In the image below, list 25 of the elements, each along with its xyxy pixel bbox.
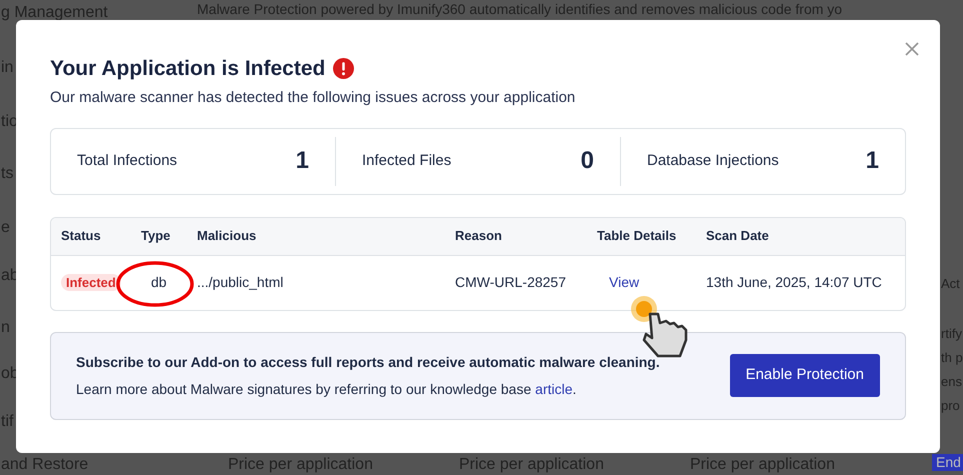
stat-value: 1 [866, 146, 879, 176]
stat-label: Total Infections [77, 150, 178, 171]
stat-value: 0 [580, 146, 594, 176]
table-cell: db [151, 274, 167, 290]
table-cell: 13th June, 2025, 14:07 UTC [706, 274, 882, 290]
alert-icon [333, 58, 354, 80]
column-header: Status [60, 227, 102, 246]
column-header: Scan Date [706, 227, 770, 246]
status-badge: Infected [61, 274, 121, 292]
promo-note: Learn more about Malware signatures by referring to our knowledge base article. [76, 380, 578, 399]
dialog-subtitle: Our malware scanner has detected the following issues across your application [50, 88, 576, 108]
table-cell: .../public_html [197, 274, 284, 290]
enable-protection-button[interactable]: Enable Protection [730, 354, 880, 397]
article-link[interactable]: article [535, 380, 573, 397]
promo-text: Subscribe to our Add-on to access full reports and receive automatic malware cleaning. [76, 352, 660, 372]
dialog-title: Your Application is Infected [50, 56, 326, 82]
column-header: Reason [455, 227, 503, 246]
column-header: Table Details [597, 227, 678, 246]
view-link[interactable]: View [597, 274, 640, 290]
stat-value: 1 [296, 146, 309, 176]
stat-label: Infected Files [362, 150, 452, 171]
stat-label: Database Injections [647, 150, 779, 171]
column-header: Malicious [197, 227, 258, 246]
table-cell: CMW-URL-28257 [455, 274, 566, 290]
column-header: Type [141, 227, 172, 246]
